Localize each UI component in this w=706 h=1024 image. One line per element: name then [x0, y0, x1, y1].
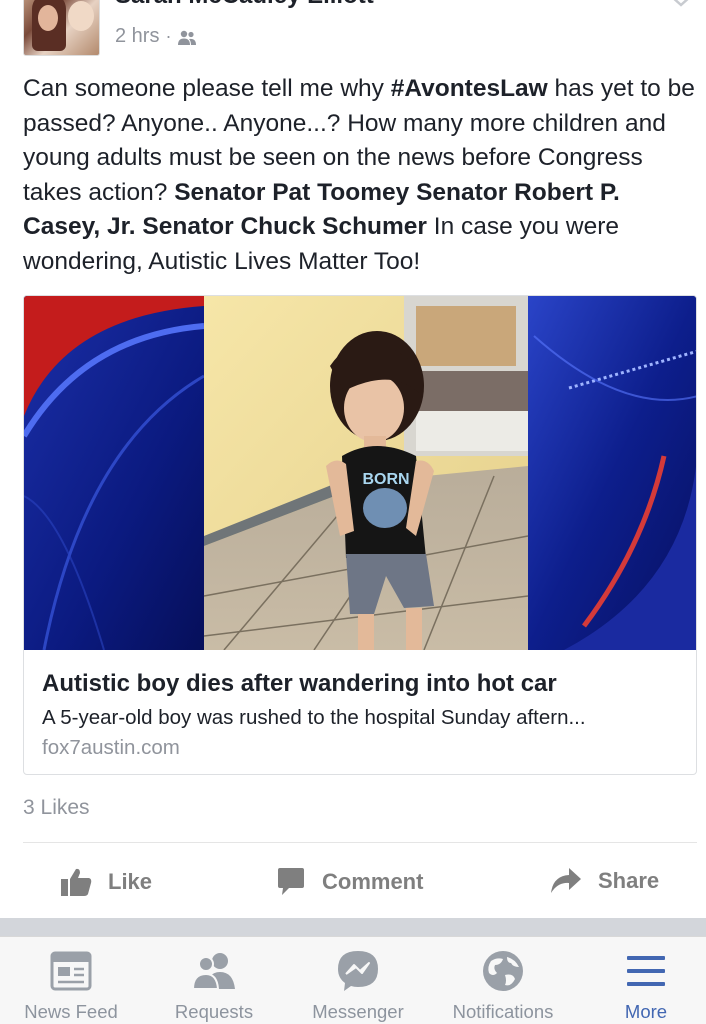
post-text: Can someone please tell me why #AvontesL…: [23, 72, 698, 279]
share-button[interactable]: Share: [550, 867, 659, 895]
shirt-print-text: BORN: [362, 471, 409, 488]
link-title[interactable]: Autistic boy dies after wandering into h…: [42, 670, 557, 698]
tab-messenger[interactable]: Messenger: [293, 947, 423, 1023]
bottom-tab-bar: News Feed Requests Messenger Notificatio…: [0, 936, 706, 1024]
tab-messenger-label: Messenger: [312, 1001, 404, 1022]
author-avatar[interactable]: [23, 0, 100, 56]
tab-notifications[interactable]: Notifications: [438, 947, 568, 1023]
tab-requests[interactable]: Requests: [149, 947, 279, 1023]
post-text-segment: Can someone please tell me why: [23, 75, 391, 102]
link-preview-card[interactable]: BORN Autistic boy dies after wandering i…: [23, 295, 697, 775]
hamburger-menu-icon: [581, 947, 706, 995]
link-description: A 5-year-old boy was rushed to the hospi…: [42, 706, 586, 729]
avatar-baby: [68, 1, 94, 31]
post-meta: 2 hrs ·: [115, 25, 197, 48]
link-domain: fox7austin.com: [42, 736, 180, 759]
divider: [23, 842, 697, 843]
post-actions: Like Comment Share: [0, 845, 706, 917]
meta-separator: ·: [165, 26, 172, 46]
friends-icon: [177, 29, 197, 45]
author-name[interactable]: Sarah McCauley Elliott: [115, 0, 374, 10]
friend-requests-icon: [149, 947, 279, 995]
tab-more[interactable]: More: [581, 947, 706, 1023]
post-options-chevron-icon[interactable]: [668, 0, 694, 12]
comment-label: Comment: [322, 869, 424, 894]
messenger-icon: [293, 947, 423, 995]
share-arrow-icon: [550, 867, 582, 895]
tab-news-feed[interactable]: News Feed: [6, 947, 136, 1023]
tab-more-label: More: [624, 1001, 668, 1022]
like-label: Like: [108, 869, 153, 894]
link-preview-image[interactable]: BORN: [24, 296, 696, 650]
post-header: Sarah McCauley Elliott 2 hrs ·: [0, 0, 706, 62]
thumbs-up-icon: [60, 867, 92, 897]
avatar-face: [38, 5, 58, 31]
comment-bubble-icon: [276, 867, 306, 897]
globe-icon: [438, 947, 568, 995]
feed-separator: [0, 918, 706, 936]
hashtag-avonteslaw[interactable]: #AvontesLaw: [391, 75, 548, 102]
comment-button[interactable]: Comment: [276, 867, 423, 897]
tab-requests-label: Requests: [174, 1001, 254, 1022]
share-label: Share: [598, 868, 660, 893]
likes-count[interactable]: 3 Likes: [23, 796, 90, 820]
news-feed-icon: [6, 947, 136, 995]
tab-news-feed-label: News Feed: [24, 1001, 118, 1022]
like-button[interactable]: Like: [60, 867, 152, 897]
post-time[interactable]: 2 hrs: [115, 25, 159, 48]
tab-notifications-label: Notifications: [452, 1001, 554, 1022]
